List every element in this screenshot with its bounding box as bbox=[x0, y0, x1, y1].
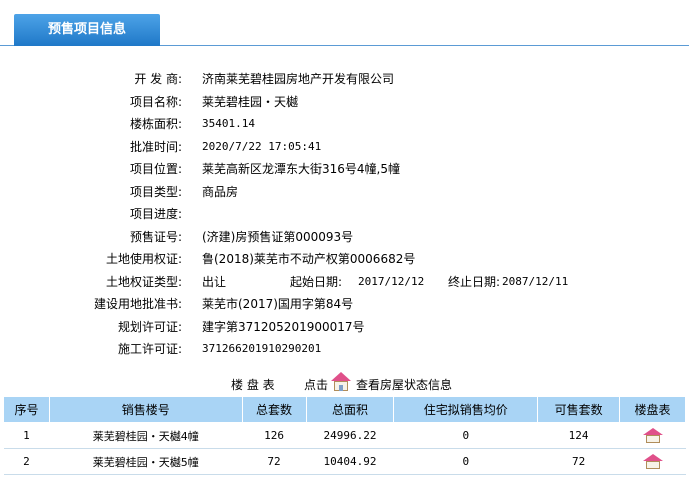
location-label: 项目位置: bbox=[129, 162, 182, 176]
location-value: 莱芜高新区龙潭东大街316号4幢,5幢 bbox=[202, 162, 400, 176]
land-right-cert-value: 鲁(2018)莱芜市不动产权第0006682号 bbox=[202, 252, 416, 266]
end-date-label: 终止日期: bbox=[448, 274, 501, 289]
construction-permit-label: 施工许可证: bbox=[117, 342, 182, 356]
header-available: 可售套数 bbox=[537, 396, 621, 423]
house-icon[interactable] bbox=[642, 453, 663, 470]
header-no: 序号 bbox=[3, 396, 50, 423]
project-name-value: 莱芜碧桂园・天樾 bbox=[202, 94, 299, 109]
info-row-project-name: 项目名称: 莱芜碧桂园・天樾 bbox=[0, 91, 689, 114]
header-avg-price: 住宅拟销售均价 bbox=[393, 396, 539, 423]
legend-title: 楼 盘 表 bbox=[231, 378, 275, 392]
info-row-construction-permit: 施工许可证: 371266201910290201 bbox=[0, 338, 689, 361]
header-total-area: 总面积 bbox=[305, 396, 395, 423]
approval-time-value: 2020/7/22 17:05:41 bbox=[202, 139, 322, 153]
info-row-land-approval: 建设用地批准书: 莱芜市(2017)国用字第84号 bbox=[0, 293, 689, 316]
legend-view-text: 查看房屋状态信息 bbox=[356, 378, 453, 392]
planning-permit-label: 规划许可证: bbox=[117, 319, 182, 334]
presale-cert-label: 预售证号: bbox=[129, 229, 182, 244]
land-right-type-label: 土地权证类型: bbox=[105, 274, 182, 289]
land-approval-label: 建设用地批准书: bbox=[93, 297, 182, 311]
row-total-area: 10404.92 bbox=[306, 448, 394, 475]
project-name-label: 项目名称: bbox=[129, 94, 182, 109]
info-row-progress: 项目进度: bbox=[0, 203, 689, 226]
row-building: 莱芜碧桂园・天樾4幢 bbox=[49, 422, 243, 449]
info-row-location: 项目位置: 莱芜高新区龙潭东大街316号4幢,5幢 bbox=[0, 158, 689, 181]
tab-bar: 预售项目信息 bbox=[0, 0, 689, 46]
info-row-project-type: 项目类型: 商品房 bbox=[0, 181, 689, 204]
info-row-building-area: 楼栋面积: 35401.14 bbox=[0, 113, 689, 136]
row-no: 2 bbox=[3, 448, 50, 475]
info-row-developer: 开 发 商: 济南莱芜碧桂园房地产开发有限公司 bbox=[0, 68, 689, 91]
legend-click-text: 点击 bbox=[304, 378, 329, 392]
project-type-label: 项目类型: bbox=[129, 184, 182, 199]
row-total-units: 72 bbox=[242, 448, 306, 475]
row-sales-chart-cell bbox=[619, 448, 686, 475]
header-sales-chart: 楼盘表 bbox=[619, 396, 686, 423]
row-total-area: 24996.22 bbox=[306, 422, 394, 449]
project-type-value: 商品房 bbox=[202, 184, 239, 199]
planning-permit-value: 建字第371205201900017号 bbox=[202, 319, 365, 334]
legend-bar: 楼 盘 表 点击 查看房屋状态信息 bbox=[0, 372, 689, 396]
house-icon[interactable] bbox=[642, 427, 663, 444]
project-info: 开 发 商: 济南莱芜碧桂园房地产开发有限公司 项目名称: 莱芜碧桂园・天樾 楼… bbox=[0, 68, 689, 361]
tab-presale-info[interactable]: 预售项目信息 bbox=[14, 14, 160, 46]
developer-label: 开 发 商: bbox=[134, 72, 182, 86]
table-row: 1 莱芜碧桂园・天樾4幢 126 24996.22 0 124 bbox=[3, 422, 686, 449]
header-total-units: 总套数 bbox=[241, 396, 307, 423]
info-row-planning-permit: 规划许可证: 建字第371205201900017号 bbox=[0, 316, 689, 339]
presale-cert-value: (济建)房预售证第000093号 bbox=[202, 229, 354, 244]
header-building: 销售楼号 bbox=[48, 396, 243, 423]
progress-label: 项目进度: bbox=[129, 207, 182, 221]
row-no: 1 bbox=[3, 422, 50, 449]
building-area-value: 35401.14 bbox=[202, 117, 255, 130]
row-avg-price: 0 bbox=[393, 448, 538, 475]
table-row: 2 莱芜碧桂园・天樾5幢 72 10404.92 0 72 bbox=[3, 448, 686, 475]
land-right-type-value: 出让 bbox=[202, 274, 227, 289]
row-total-units: 126 bbox=[242, 422, 306, 449]
info-row-land-right-cert: 土地使用权证: 鲁(2018)莱芜市不动产权第0006682号 bbox=[0, 248, 689, 271]
approval-time-label: 批准时间: bbox=[129, 139, 182, 154]
info-row-land-right-type: 土地权证类型: 出让 起始日期: 2017/12/12 终止日期: 2087/1… bbox=[0, 271, 689, 294]
info-row-presale-cert: 预售证号: (济建)房预售证第000093号 bbox=[0, 226, 689, 249]
start-date-value: 2017/12/12 bbox=[358, 274, 425, 288]
end-date-value: 2087/12/11 bbox=[502, 274, 569, 288]
row-sales-chart-cell bbox=[619, 422, 686, 449]
row-building: 莱芜碧桂园・天樾5幢 bbox=[49, 448, 243, 475]
land-right-cert-label: 土地使用权证: bbox=[105, 252, 182, 266]
construction-permit-value: 371266201910290201 bbox=[202, 342, 322, 355]
land-approval-value: 莱芜市(2017)国用字第84号 bbox=[202, 297, 354, 311]
row-avg-price: 0 bbox=[393, 422, 538, 449]
house-icon bbox=[330, 372, 352, 392]
table-header-row: 序号 销售楼号 总套数 总面积 住宅拟销售均价 可售套数 楼盘表 bbox=[3, 396, 686, 423]
row-available: 124 bbox=[537, 422, 620, 449]
start-date-label: 起始日期: bbox=[290, 274, 343, 289]
info-row-approval-time: 批准时间: 2020/7/22 17:05:41 bbox=[0, 136, 689, 159]
sales-table: 序号 销售楼号 总套数 总面积 住宅拟销售均价 可售套数 楼盘表 1 莱芜碧桂园… bbox=[3, 396, 686, 475]
row-available: 72 bbox=[537, 448, 620, 475]
building-area-label: 楼栋面积: bbox=[129, 117, 182, 131]
developer-value: 济南莱芜碧桂园房地产开发有限公司 bbox=[202, 72, 395, 86]
